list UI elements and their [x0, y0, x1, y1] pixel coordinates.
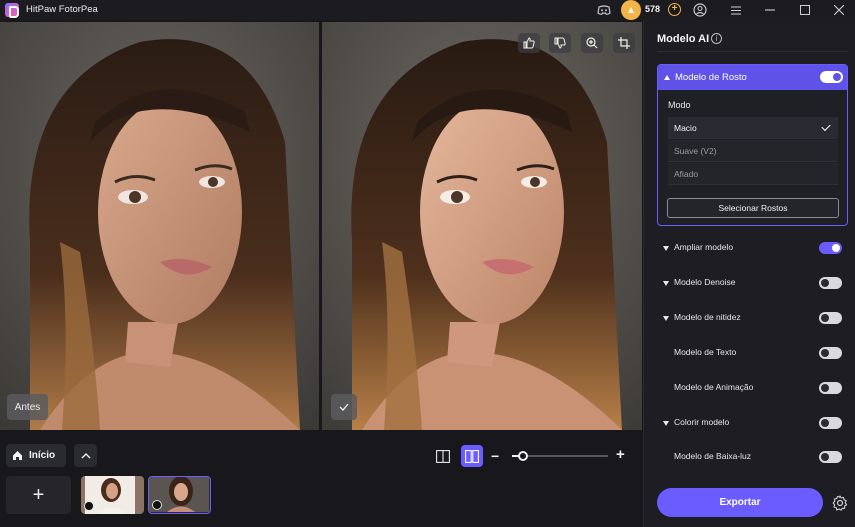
model-label: Modelo de Baixa-luz: [674, 451, 752, 461]
model-row-nitidez[interactable]: Modelo de nitidez: [657, 308, 848, 328]
home-button[interactable]: Início: [6, 444, 66, 467]
before-portrait-image: [0, 22, 319, 430]
discord-icon[interactable]: [596, 2, 612, 18]
mode-option-suave-v2[interactable]: Suave (V2): [668, 140, 838, 162]
selected-check-icon: [821, 121, 831, 132]
home-icon: [13, 451, 22, 460]
mode-option-macio[interactable]: Macio: [668, 117, 838, 139]
model-row-texto[interactable]: Modelo de Texto: [657, 343, 848, 363]
expand-caret-icon: [663, 316, 669, 321]
model-label: Modelo de Animação: [674, 382, 754, 392]
side-by-side-view-button[interactable]: [461, 445, 483, 467]
before-label: Antes: [7, 394, 48, 420]
model-row-denoise[interactable]: Modelo Denoise: [657, 273, 848, 293]
denoise-model-toggle[interactable]: [819, 277, 842, 289]
mode-option-label: Macio: [674, 123, 697, 133]
after-image-pane[interactable]: [322, 22, 642, 430]
model-row-colorir[interactable]: Colorir modelo: [657, 413, 848, 433]
gear-icon: [832, 495, 848, 511]
side-by-side-icon: [465, 449, 479, 463]
face-model-label: Modelo de Rosto: [675, 72, 747, 83]
texto-model-toggle[interactable]: [819, 347, 842, 359]
credit-coin-icon: [621, 0, 641, 20]
select-faces-button[interactable]: Selecionar Rostos: [667, 198, 839, 218]
thumbnail-1[interactable]: [81, 476, 144, 514]
panel-divider: [657, 51, 848, 52]
expand-caret-icon: [663, 281, 669, 286]
after-check-icon: [331, 394, 357, 420]
crop-icon[interactable]: [613, 33, 635, 53]
settings-button[interactable]: [830, 493, 850, 513]
credit-count: 578: [645, 4, 661, 14]
model-row-animacao[interactable]: Modelo de Animação: [657, 378, 848, 398]
mode-option-label: Suave (V2): [674, 146, 717, 156]
menu-icon[interactable]: [722, 0, 750, 20]
app-title: HitPaw FotorPea: [26, 4, 98, 15]
thumbs-down-button[interactable]: [549, 33, 571, 53]
model-row-ampliar[interactable]: Ampliar modelo: [657, 238, 848, 258]
model-label: Modelo Denoise: [674, 277, 736, 287]
nitidez-model-toggle[interactable]: [819, 312, 842, 324]
split-view-button[interactable]: [432, 445, 454, 467]
model-label: Modelo de nitidez: [674, 312, 741, 322]
app-logo-icon: [5, 3, 19, 18]
app-window: HitPaw FotorPea 578 + Antes Início + − +…: [0, 0, 855, 527]
model-label: Ampliar modelo: [674, 242, 734, 252]
expand-up-button[interactable]: [74, 444, 97, 467]
home-label: Início: [29, 450, 56, 461]
add-credits-button[interactable]: +: [668, 3, 681, 16]
face-model-header[interactable]: Modelo de Rosto: [658, 65, 847, 90]
mode-option-afiado[interactable]: Afiado: [668, 163, 838, 185]
pending-clock-icon: [152, 500, 162, 510]
model-row-baixa-luz[interactable]: Modelo de Baixa-luz: [657, 447, 848, 467]
chevron-up-icon: [81, 452, 90, 458]
maximize-button[interactable]: [791, 0, 819, 20]
expand-caret-icon: [663, 246, 669, 251]
mode-label: Modo: [668, 100, 691, 110]
zoom-in-button[interactable]: +: [616, 447, 625, 462]
model-label: Colorir modelo: [674, 417, 730, 427]
before-image-pane[interactable]: [0, 22, 319, 430]
panel-title: Modelo AI: [657, 33, 710, 45]
after-portrait-image: [322, 22, 642, 430]
split-view-icon: [436, 449, 450, 463]
minimize-button[interactable]: [756, 0, 784, 20]
face-model-section: Modelo de Rosto Modo Macio Suave (V2) Af…: [657, 64, 848, 226]
export-button[interactable]: Exportar: [657, 488, 823, 517]
info-icon[interactable]: i: [711, 33, 722, 44]
expand-caret-icon: [663, 421, 669, 426]
add-image-button[interactable]: +: [6, 476, 71, 514]
thumbnail-2-selected[interactable]: [148, 476, 211, 514]
face-model-toggle[interactable]: [820, 71, 843, 83]
pending-clock-icon: [84, 501, 94, 511]
title-bar: HitPaw FotorPea 578 +: [0, 0, 855, 20]
model-label: Modelo de Texto: [674, 347, 737, 357]
zoom-out-button[interactable]: −: [491, 449, 499, 463]
collapse-caret-icon: [664, 75, 670, 80]
zoom-in-icon[interactable]: [581, 33, 603, 53]
thumbs-up-button[interactable]: [518, 33, 540, 53]
close-button[interactable]: [825, 0, 853, 20]
baixa-luz-model-toggle[interactable]: [819, 451, 842, 463]
mode-option-label: Afiado: [674, 169, 699, 179]
ampliar-model-toggle[interactable]: [819, 242, 842, 254]
zoom-slider-handle[interactable]: [518, 451, 528, 461]
colorir-model-toggle[interactable]: [819, 417, 842, 429]
animacao-model-toggle[interactable]: [819, 382, 842, 394]
account-icon[interactable]: [692, 2, 708, 18]
